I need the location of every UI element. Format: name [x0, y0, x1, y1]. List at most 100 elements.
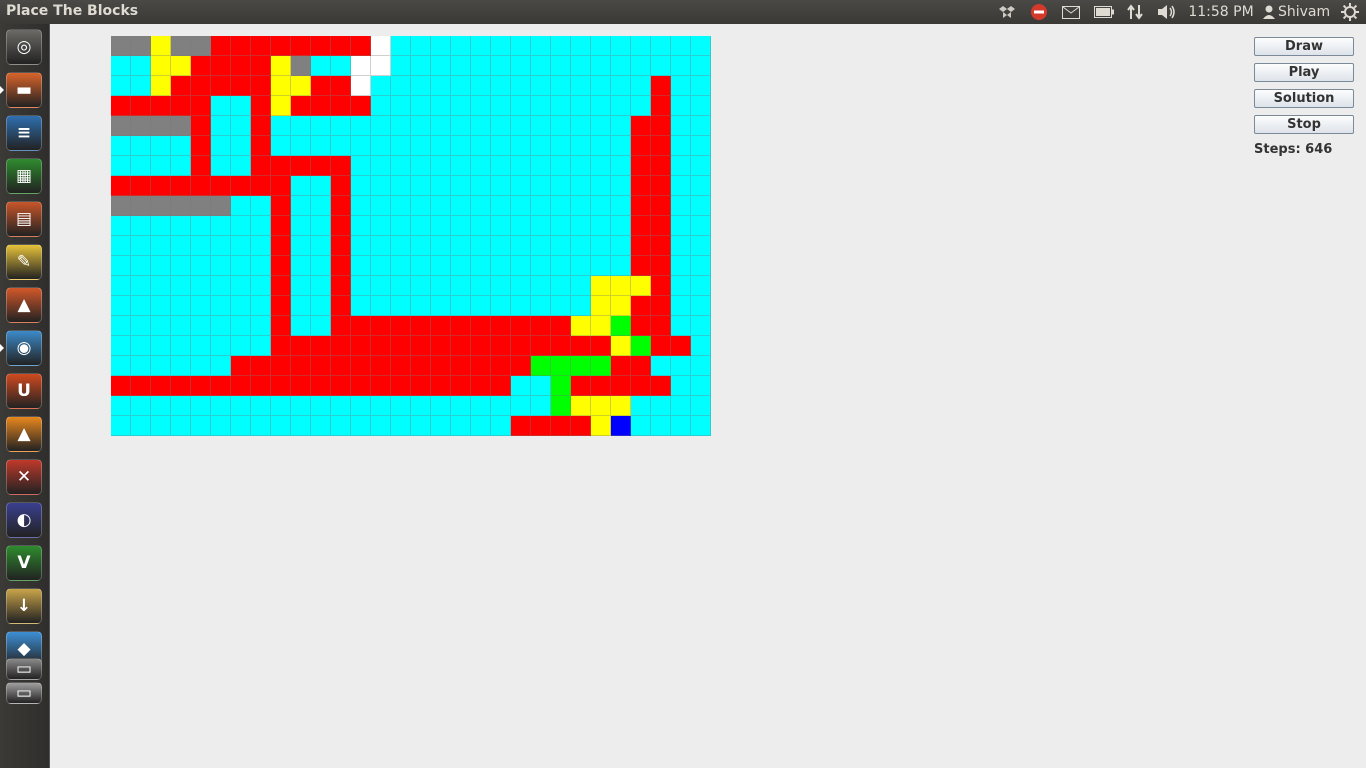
board-cell[interactable]: [411, 76, 431, 96]
board-cell[interactable]: [231, 296, 251, 316]
board-cell[interactable]: [511, 76, 531, 96]
board-cell[interactable]: [391, 316, 411, 336]
board-cell[interactable]: [391, 396, 411, 416]
board-cell[interactable]: [191, 416, 211, 436]
board-cell[interactable]: [491, 196, 511, 216]
board-cell[interactable]: [451, 196, 471, 216]
board-cell[interactable]: [431, 296, 451, 316]
board-cell[interactable]: [331, 96, 351, 116]
board-cell[interactable]: [331, 176, 351, 196]
board-cell[interactable]: [631, 356, 651, 376]
board-cell[interactable]: [611, 196, 631, 216]
board-cell[interactable]: [571, 276, 591, 296]
board-cell[interactable]: [191, 136, 211, 156]
board-cell[interactable]: [471, 316, 491, 336]
board-cell[interactable]: [411, 136, 431, 156]
board-cell[interactable]: [491, 136, 511, 156]
board-cell[interactable]: [151, 76, 171, 96]
board-cell[interactable]: [431, 56, 451, 76]
board-cell[interactable]: [411, 236, 431, 256]
board-cell[interactable]: [311, 316, 331, 336]
board-cell[interactable]: [651, 356, 671, 376]
eclipse-icon[interactable]: ◐: [6, 502, 42, 538]
board-cell[interactable]: [251, 216, 271, 236]
board-cell[interactable]: [271, 76, 291, 96]
board-cell[interactable]: [431, 216, 451, 236]
board-cell[interactable]: [211, 56, 231, 76]
board-cell[interactable]: [291, 376, 311, 396]
board-cell[interactable]: [631, 116, 651, 136]
board-cell[interactable]: [411, 216, 431, 236]
board-cell[interactable]: [611, 96, 631, 116]
board-cell[interactable]: [691, 356, 711, 376]
board-cell[interactable]: [191, 76, 211, 96]
board-cell[interactable]: [531, 396, 551, 416]
board-cell[interactable]: [151, 416, 171, 436]
libreoffice-writer-icon[interactable]: ≡: [6, 115, 42, 151]
board-cell[interactable]: [351, 316, 371, 336]
board-cell[interactable]: [171, 156, 191, 176]
board-cell[interactable]: [151, 156, 171, 176]
board-cell[interactable]: [191, 376, 211, 396]
board-cell[interactable]: [351, 396, 371, 416]
board-cell[interactable]: [311, 296, 331, 316]
board-cell[interactable]: [371, 336, 391, 356]
board-cell[interactable]: [491, 156, 511, 176]
board-cell[interactable]: [671, 76, 691, 96]
board-cell[interactable]: [211, 236, 231, 256]
board-cell[interactable]: [311, 176, 331, 196]
board-cell[interactable]: [371, 136, 391, 156]
board-cell[interactable]: [351, 256, 371, 276]
board-cell[interactable]: [551, 316, 571, 336]
board-cell[interactable]: [531, 116, 551, 136]
board-cell[interactable]: [671, 276, 691, 296]
board-cell[interactable]: [231, 76, 251, 96]
board-cell[interactable]: [591, 156, 611, 176]
board-cell[interactable]: [671, 56, 691, 76]
board-cell[interactable]: [191, 396, 211, 416]
board-cell[interactable]: [691, 156, 711, 176]
board-cell[interactable]: [591, 56, 611, 76]
board-cell[interactable]: [211, 336, 231, 356]
board-cell[interactable]: [671, 116, 691, 136]
board-cell[interactable]: [311, 76, 331, 96]
board-cell[interactable]: [271, 396, 291, 416]
board-cell[interactable]: [291, 236, 311, 256]
board-cell[interactable]: [551, 356, 571, 376]
board-cell[interactable]: [511, 236, 531, 256]
board-cell[interactable]: [211, 196, 231, 216]
board-cell[interactable]: [251, 36, 271, 56]
board-cell[interactable]: [651, 96, 671, 116]
board-cell[interactable]: [351, 216, 371, 236]
board-cell[interactable]: [451, 276, 471, 296]
board-cell[interactable]: [151, 356, 171, 376]
power-icon[interactable]: [1338, 0, 1362, 24]
board-cell[interactable]: [391, 76, 411, 96]
board-cell[interactable]: [431, 156, 451, 176]
board-cell[interactable]: [411, 276, 431, 296]
board-cell[interactable]: [651, 196, 671, 216]
board-cell[interactable]: [451, 236, 471, 256]
board-cell[interactable]: [471, 216, 491, 236]
board-cell[interactable]: [311, 416, 331, 436]
board-cell[interactable]: [451, 176, 471, 196]
board-cell[interactable]: [291, 316, 311, 336]
board-cell[interactable]: [131, 276, 151, 296]
board-cell[interactable]: [351, 376, 371, 396]
board-cell[interactable]: [611, 56, 631, 76]
board-cell[interactable]: [691, 416, 711, 436]
board-cell[interactable]: [271, 136, 291, 156]
board-cell[interactable]: [671, 356, 691, 376]
board-cell[interactable]: [591, 116, 611, 136]
board-cell[interactable]: [351, 156, 371, 176]
board-cell[interactable]: [271, 416, 291, 436]
board-cell[interactable]: [211, 36, 231, 56]
board-cell[interactable]: [291, 336, 311, 356]
battery-icon[interactable]: [1092, 0, 1116, 24]
board-cell[interactable]: [231, 316, 251, 336]
board-cell[interactable]: [491, 276, 511, 296]
board-cell[interactable]: [351, 196, 371, 216]
clock[interactable]: 11:58 PM: [1186, 0, 1256, 24]
board-cell[interactable]: [291, 176, 311, 196]
board-cell[interactable]: [571, 216, 591, 236]
